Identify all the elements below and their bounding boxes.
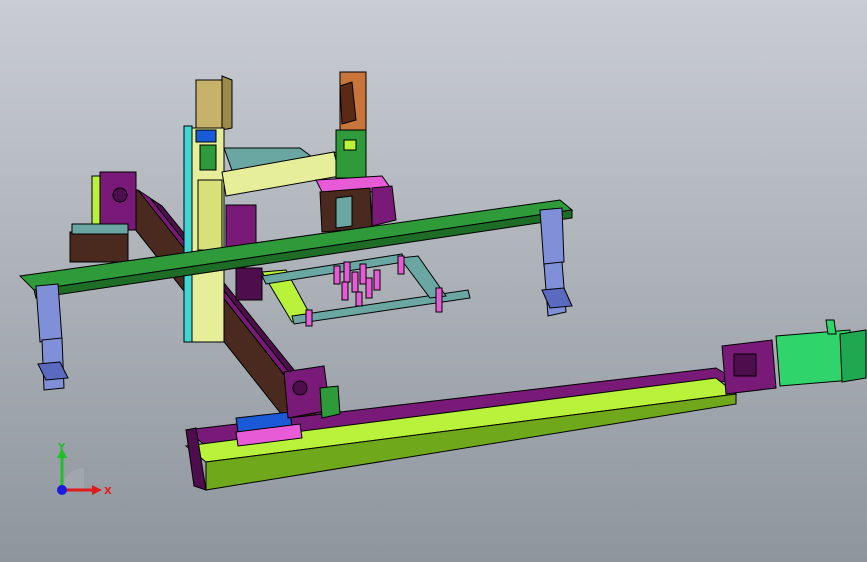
y-axis-label: Y <box>57 442 66 453</box>
cad-viewport[interactable]: Y X <box>0 0 867 562</box>
coordinate-triad: Y X <box>57 442 112 497</box>
x-axis-label: X <box>104 486 112 497</box>
gantry-robot-model[interactable] <box>0 0 867 562</box>
z-axis-dot <box>57 485 67 495</box>
x-arrow-head <box>92 485 102 495</box>
